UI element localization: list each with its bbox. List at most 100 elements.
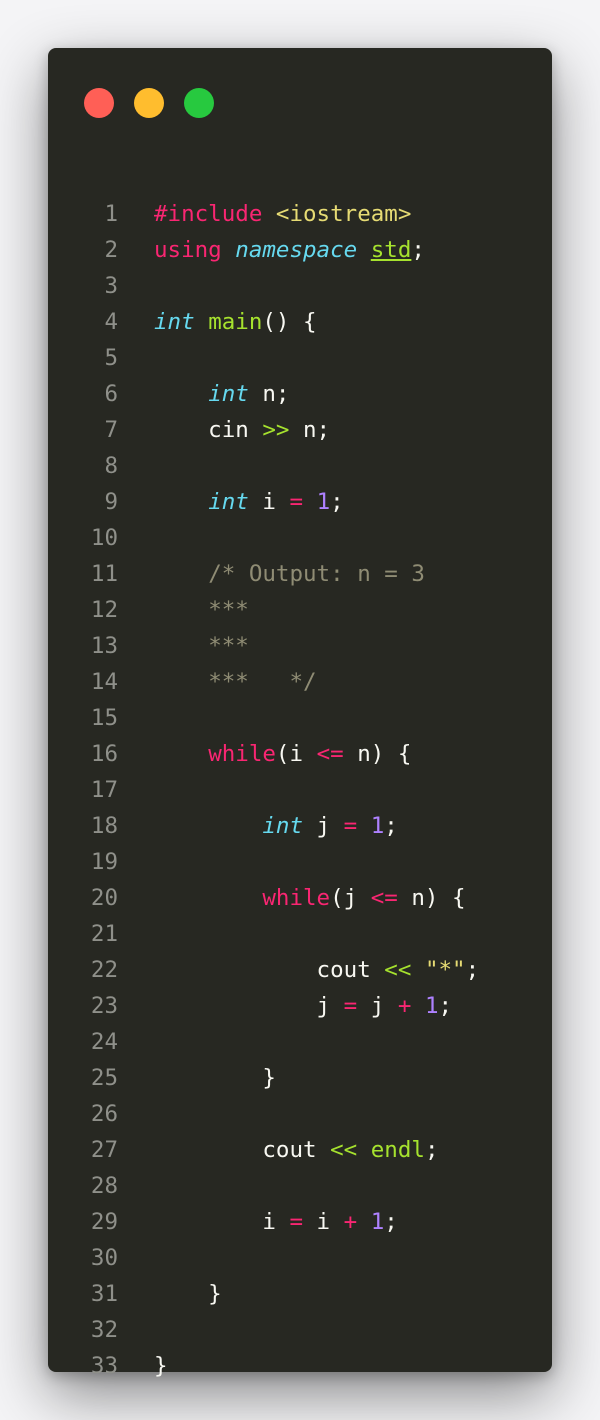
code-line: 10 — [48, 520, 552, 556]
line-code: int j = 1; — [154, 808, 397, 844]
code-line: 12 *** — [48, 592, 552, 628]
line-number: 28 — [90, 1173, 118, 1199]
line-number: 21 — [90, 921, 118, 947]
code-token: << — [384, 957, 412, 983]
code-line: 31 } — [48, 1276, 552, 1312]
line-code: cout << endl; — [154, 1132, 438, 1168]
code-token: i — [303, 1209, 344, 1235]
code-editor: 1 #include <iostream> 2 using namespace std… — [48, 196, 552, 1384]
line-code: int i = 1; — [154, 484, 343, 520]
line-code: int main() { — [154, 304, 317, 340]
line-number: 1 — [104, 201, 118, 227]
line-number: 9 — [104, 489, 118, 515]
code-line: 3 — [48, 268, 552, 304]
code-line: 24 — [48, 1024, 552, 1060]
code-line: 29 i = i + 1; — [48, 1204, 552, 1240]
code-token: <= — [316, 741, 344, 767]
line-number: 25 — [90, 1065, 118, 1091]
code-token: 1 — [370, 1209, 385, 1235]
code-token: j — [154, 993, 344, 1019]
code-token: = — [343, 813, 358, 839]
line-code: i = i + 1; — [154, 1204, 397, 1240]
line-code: /* Output: n = 3 — [154, 556, 425, 592]
code-token: <= — [370, 885, 398, 911]
line-number: 30 — [90, 1245, 118, 1271]
code-line: 30 — [48, 1240, 552, 1276]
code-token: <iostream> — [275, 201, 412, 227]
code-line: 15 — [48, 700, 552, 736]
line-code: } — [154, 1276, 222, 1312]
code-token: ; — [411, 237, 425, 263]
code-line: 23 j = j + 1; — [48, 988, 552, 1024]
code-token: (i — [275, 741, 317, 767]
code-token: while — [262, 885, 331, 911]
code-token: n) { — [397, 885, 466, 911]
code-line: 5 — [48, 340, 552, 376]
code-line: 7 cin >> n; — [48, 412, 552, 448]
code-token: cout — [154, 1137, 331, 1163]
code-line: 17 — [48, 772, 552, 808]
line-number: 3 — [104, 273, 118, 299]
code-token: while — [208, 741, 276, 767]
code-token: 1 — [370, 813, 385, 839]
line-code: cin >> n; — [154, 412, 330, 448]
line-code: using namespace std; — [154, 232, 425, 268]
line-code: cout << "*"; — [154, 952, 480, 988]
line-number: 10 — [90, 525, 118, 551]
line-number: 15 — [90, 705, 118, 731]
code-token: /* Output: n = 3 — [208, 561, 425, 587]
code-token: *** */ — [208, 669, 317, 695]
code-token: >> — [262, 417, 290, 443]
line-number: 23 — [90, 993, 118, 1019]
code-line: 18 int j = 1; — [48, 808, 552, 844]
code-token: endl — [370, 1137, 425, 1163]
minimize-button[interactable] — [134, 88, 164, 118]
line-number: 13 — [90, 633, 118, 659]
code-line: 28 — [48, 1168, 552, 1204]
code-line: 21 — [48, 916, 552, 952]
code-line: 27 cout << endl; — [48, 1132, 552, 1168]
code-token: 1 — [316, 489, 331, 515]
code-token: cout — [154, 957, 385, 983]
code-line: 26 — [48, 1096, 552, 1132]
code-token: int — [208, 381, 249, 407]
code-line: 2 using namespace std; — [48, 232, 552, 268]
code-token: *** — [208, 597, 249, 623]
line-number: 17 — [90, 777, 118, 803]
zoom-button[interactable] — [184, 88, 214, 118]
code-token: n) { — [343, 741, 412, 767]
code-token: int — [208, 489, 249, 515]
line-number: 27 — [90, 1137, 118, 1163]
code-line: 25 } — [48, 1060, 552, 1096]
code-token: } — [154, 1281, 222, 1307]
code-token: (j — [330, 885, 371, 911]
line-code: int n; — [154, 376, 289, 412]
code-token: int — [154, 309, 195, 335]
code-token: + — [343, 1209, 358, 1235]
line-number: 4 — [104, 309, 118, 335]
code-token: () { — [262, 309, 317, 335]
code-token: cin — [154, 417, 263, 443]
code-token: std — [370, 237, 412, 263]
close-button[interactable] — [84, 88, 114, 118]
line-code: while(j <= n) { — [154, 880, 466, 916]
line-number: 29 — [90, 1209, 118, 1235]
code-line: 4 int main() { — [48, 304, 552, 340]
code-line: 1 #include <iostream> — [48, 196, 552, 232]
code-token: = — [343, 993, 358, 1019]
